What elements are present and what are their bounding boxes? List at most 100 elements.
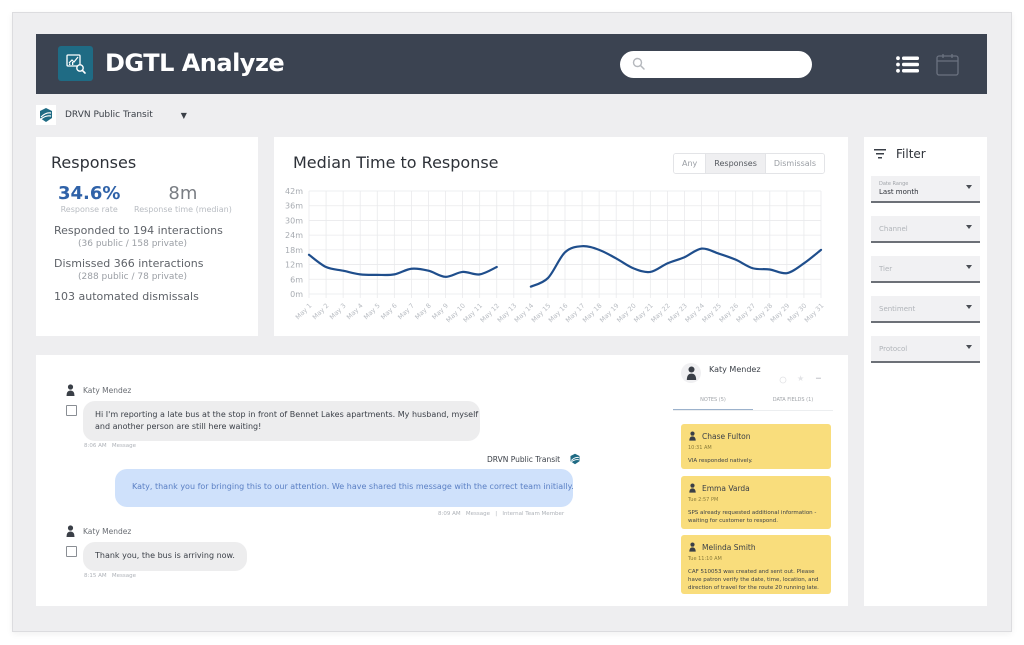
response-rate-stat: 34.6% Response rate [58, 183, 120, 214]
message-meta: 8:09 AM Message | Internal Team Member [438, 511, 564, 517]
note-author: Melinda Smith [688, 541, 824, 553]
x-tick-label: May 31 [803, 302, 825, 324]
x-tick-label: May 6 [379, 302, 399, 322]
list-view-icon[interactable] [896, 56, 919, 73]
y-tick-label: 36m [285, 202, 303, 211]
calendar-icon[interactable] [936, 53, 959, 76]
responded-breakdown: (36 public / 158 private) [78, 239, 188, 249]
x-tick-label: May 4 [345, 302, 365, 322]
star-icon[interactable]: ★ [797, 374, 804, 383]
caret-down-icon [966, 265, 972, 269]
x-tick-label: May 7 [396, 302, 416, 322]
chart-filter-segmented-control: Any Responses Dismissals [673, 153, 826, 174]
segment-dismissals[interactable]: Dismissals [764, 154, 825, 173]
x-tick-label: May 2 [311, 302, 331, 322]
segment-any[interactable]: Any [674, 154, 706, 173]
protocol-select[interactable]: Protocol [871, 336, 980, 363]
date-range-label: Date Range [879, 181, 909, 187]
note-card[interactable]: Chase Fulton 10:31 AM VIA responded nati… [681, 424, 831, 469]
message-text: Thank you, the bus is arriving now. [95, 551, 235, 560]
notes-panel: Katy Mendez ★ ━ NOTES (5) DATA FIELDS (1… [673, 355, 848, 606]
x-tick-label: May 8 [413, 302, 433, 322]
note-author-name: Melinda Smith [702, 542, 756, 552]
message-checkbox[interactable] [66, 546, 77, 557]
y-tick-label: 42m [285, 187, 303, 196]
note-author-name: Emma Varda [702, 483, 750, 493]
message-time: 8:15 AM [84, 573, 107, 579]
message-sender: Katy Mendez [66, 384, 131, 396]
x-tick-label: May 3 [328, 302, 348, 322]
note-author-name: Chase Fulton [702, 431, 751, 441]
caret-down-icon [966, 305, 972, 309]
person-icon [66, 384, 75, 396]
note-text: VIA responded natively. [688, 458, 753, 464]
note-card[interactable]: Melinda Smith Tue 11:10 AM CAF 510053 wa… [681, 535, 831, 594]
person-icon [66, 525, 75, 537]
message-checkbox[interactable] [66, 405, 77, 416]
person-icon [686, 366, 696, 380]
y-tick-label: 30m [285, 216, 303, 225]
contact-name: Katy Mendez [709, 365, 761, 374]
y-tick-label: 12m [285, 261, 303, 270]
message-text: Katy, thank you for bringing this to our… [132, 482, 574, 491]
responses-title: Responses [51, 153, 137, 172]
conversation-card: Katy Mendez Hi I'm reporting a late bus … [36, 355, 848, 606]
filter-icon [874, 149, 886, 159]
search-input[interactable] [620, 51, 812, 78]
org-name: DRVN Public Transit [65, 110, 153, 120]
note-time: 10:31 AM [688, 445, 712, 451]
note-text: SPS already requested additional informa… [688, 510, 817, 524]
sentiment-placeholder: Sentiment [879, 305, 916, 313]
message-type: Message [111, 573, 136, 579]
org-logo-icon [570, 453, 580, 465]
chevron-down-icon: ▼ [180, 110, 187, 120]
response-rate-label: Response rate [60, 205, 118, 214]
message-bubble-outgoing: Katy, thank you for bringing this to our… [115, 469, 574, 507]
message-sender: Katy Mendez [66, 525, 131, 537]
tier-placeholder: Tier [879, 265, 893, 273]
top-bar: DGTL Analyze [36, 34, 987, 94]
message-type: Message [111, 443, 136, 449]
dismissed-count: Dismissed 366 interactions [54, 257, 204, 270]
channel-select[interactable]: Channel [871, 216, 980, 243]
response-time-label: Response time (median) [134, 205, 232, 214]
segment-responses[interactable]: Responses [705, 154, 765, 173]
note-author: Chase Fulton [688, 430, 824, 442]
channel-placeholder: Channel [879, 225, 908, 233]
sentiment-select[interactable]: Sentiment [871, 296, 980, 323]
app-logo[interactable] [58, 46, 93, 81]
response-rate-value: 34.6% [58, 183, 121, 204]
history-icon[interactable] [779, 376, 787, 384]
tab-notes[interactable]: NOTES (5) [673, 392, 753, 410]
more-icon[interactable]: ━ [816, 374, 821, 383]
org-selector[interactable]: DRVN Public Transit ▼ [36, 104, 187, 126]
message-meta: 8:15 AM Message [84, 573, 136, 579]
automated-dismissals: 103 automated dismissals [54, 290, 199, 303]
note-author: Emma Varda [688, 482, 824, 494]
y-tick-label: 18m [285, 246, 303, 255]
tier-select[interactable]: Tier [871, 256, 980, 283]
note-card[interactable]: Emma Varda Tue 2:57 PM SPS already reque… [681, 476, 831, 529]
y-tick-label: 6m [290, 275, 303, 284]
responded-count: Responded to 194 interactions [54, 224, 223, 237]
message-sender: DRVN Public Transit [487, 453, 581, 465]
filter-title: Filter [896, 147, 926, 161]
note-time: Tue 2:57 PM [688, 497, 719, 503]
y-tick-label: 24m [285, 231, 303, 240]
message-text-line: Hi I'm reporting a late bus at the stop … [95, 410, 479, 419]
x-tick-label: May 1 [294, 302, 314, 322]
message-time: 8:09 AM [438, 511, 461, 517]
chart-title: Median Time to Response [293, 153, 499, 172]
x-tick-label: May 5 [362, 302, 382, 322]
series-line [529, 245, 823, 288]
person-icon [689, 483, 696, 493]
sender-name: DRVN Public Transit [487, 454, 561, 464]
app-title: DGTL Analyze [105, 49, 285, 77]
filter-header: Filter [874, 147, 926, 161]
notes-tabs: NOTES (5) DATA FIELDS (1) [673, 392, 833, 411]
message-time: 8:06 AM [84, 443, 107, 449]
response-time-value: 8m [168, 183, 198, 204]
message-bubble: Thank you, the bus is arriving now. [83, 542, 247, 571]
tab-data-fields[interactable]: DATA FIELDS (1) [753, 392, 833, 410]
date-range-select[interactable]: Date Range Last month [871, 176, 980, 203]
